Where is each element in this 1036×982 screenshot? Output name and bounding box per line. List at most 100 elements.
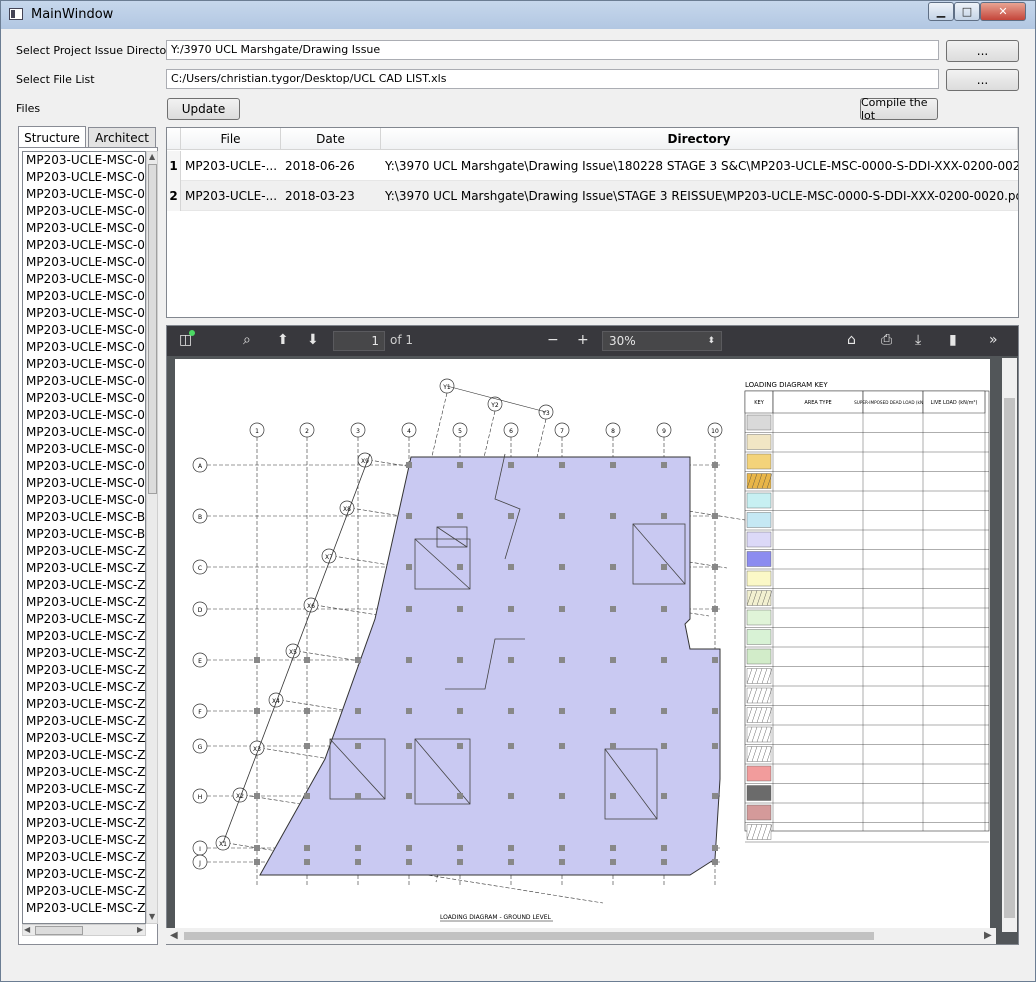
list-item[interactable]: MP203-UCLE-MSC-ZZ — [23, 849, 145, 866]
list-item[interactable]: MP203-UCLE-MSC-ZZ — [23, 713, 145, 730]
scroll-left-icon[interactable]: ◀ — [24, 925, 30, 934]
list-item[interactable]: MP203-UCLE-MSC-000 — [23, 356, 145, 373]
file-list[interactable]: MP203-UCLE-MSC-000MP203-UCLE-MSC-000MP20… — [22, 151, 146, 924]
tools-menu-icon[interactable]: » — [989, 332, 998, 348]
maximize-button[interactable]: □ — [954, 2, 980, 21]
open-file-icon[interactable]: ⌂ — [847, 332, 856, 348]
file-list-vertical-scrollbar[interactable]: ▲ ▼ — [146, 151, 158, 924]
list-item[interactable]: MP203-UCLE-MSC-001 — [23, 475, 145, 492]
browse-file-list-button[interactable]: ... — [946, 69, 1019, 91]
table-row[interactable]: 1 MP203-UCLE-... 2018-06-26 Y:\3970 UCL … — [167, 151, 1018, 181]
list-item[interactable]: MP203-UCLE-MSC-000 — [23, 237, 145, 254]
list-item[interactable]: MP203-UCLE-MSC-000 — [23, 407, 145, 424]
list-item[interactable]: MP203-UCLE-MSC-000 — [23, 305, 145, 322]
pdf-vertical-scrollbar[interactable] — [1002, 358, 1017, 932]
list-item[interactable]: MP203-UCLE-MSC-ZZ — [23, 543, 145, 560]
list-item[interactable]: MP203-UCLE-MSC-ZZ — [23, 696, 145, 713]
scroll-up-icon[interactable]: ▲ — [149, 152, 155, 161]
tab-structure[interactable]: Structure — [18, 126, 86, 148]
list-item[interactable]: MP203-UCLE-MSC-000 — [23, 339, 145, 356]
project-dir-input[interactable]: Y:/3970 UCL Marshgate/Drawing Issue — [166, 40, 939, 60]
column-marker — [508, 859, 514, 865]
list-item[interactable]: MP203-UCLE-MSC-B0 — [23, 526, 145, 543]
cell-directory[interactable]: Y:\3970 UCL Marshgate\Drawing Issue\STAG… — [381, 181, 1018, 211]
list-item[interactable]: MP203-UCLE-MSC-ZZ — [23, 594, 145, 611]
list-item[interactable]: MP203-UCLE-MSC-000 — [23, 186, 145, 203]
list-item[interactable]: MP203-UCLE-MSC-000 — [23, 152, 145, 169]
scroll-right-icon[interactable]: ▶ — [137, 925, 143, 934]
scroll-left-icon[interactable]: ◀ — [170, 930, 178, 941]
table-row[interactable]: 2 MP203-UCLE-... 2018-03-23 Y:\3970 UCL … — [167, 181, 1018, 211]
print-icon[interactable]: ⎙ — [881, 332, 892, 348]
list-item[interactable]: MP203-UCLE-MSC-ZZ — [23, 679, 145, 696]
column-header-directory[interactable]: Directory — [381, 128, 1018, 150]
browse-project-button[interactable]: ... — [946, 40, 1019, 62]
grid-row-label: I — [199, 846, 201, 853]
list-item[interactable]: MP203-UCLE-MSC-ZZ — [23, 781, 145, 798]
previous-page-icon[interactable]: ⬆ — [277, 332, 289, 348]
list-item[interactable]: MP203-UCLE-MSC-ZZ — [23, 645, 145, 662]
list-item[interactable]: MP203-UCLE-MSC-000 — [23, 169, 145, 186]
list-item[interactable]: MP203-UCLE-MSC-000 — [23, 322, 145, 339]
column-marker — [304, 845, 310, 851]
list-item[interactable]: MP203-UCLE-MSC-ZZ — [23, 866, 145, 883]
page-number-input[interactable]: 1 — [333, 331, 385, 351]
list-item[interactable]: MP203-UCLE-MSC-ZZ — [23, 747, 145, 764]
cell-date[interactable]: 2018-06-26 — [281, 151, 381, 181]
list-item[interactable]: MP203-UCLE-MSC-ZZ — [23, 883, 145, 900]
list-item[interactable]: MP203-UCLE-MSC-ZZ — [23, 832, 145, 849]
list-item[interactable]: MP203-UCLE-MSC-000 — [23, 424, 145, 441]
cell-date[interactable]: 2018-03-23 — [281, 181, 381, 211]
list-item[interactable]: MP203-UCLE-MSC-ZZ — [23, 798, 145, 815]
list-item[interactable]: MP203-UCLE-MSC-000 — [23, 441, 145, 458]
column-header-date[interactable]: Date — [281, 128, 381, 150]
list-item[interactable]: MP203-UCLE-MSC-000 — [23, 288, 145, 305]
zoom-select[interactable]: 30% ⬍ — [602, 331, 722, 351]
list-item[interactable]: MP203-UCLE-MSC-ZZ — [23, 611, 145, 628]
list-item[interactable]: MP203-UCLE-MSC-000 — [23, 220, 145, 237]
file-list-horizontal-scrollbar[interactable]: ◀ ▶ — [22, 924, 146, 936]
list-item[interactable]: MP203-UCLE-MSC-ZZ — [23, 577, 145, 594]
list-item[interactable]: MP203-UCLE-MSC-ZZ — [23, 815, 145, 832]
column-marker — [610, 513, 616, 519]
minimize-button[interactable]: ▁ — [928, 2, 954, 21]
next-page-icon[interactable]: ⬇ — [307, 332, 319, 348]
column-header-file[interactable]: File — [181, 128, 281, 150]
list-item[interactable]: MP203-UCLE-MSC-B0 — [23, 509, 145, 526]
cell-directory[interactable]: Y:\3970 UCL Marshgate\Drawing Issue\1802… — [381, 151, 1018, 181]
scroll-thumb[interactable] — [1004, 398, 1015, 918]
update-button[interactable]: Update — [167, 98, 240, 120]
scroll-thumb[interactable] — [35, 926, 83, 935]
close-button[interactable]: ✕ — [980, 2, 1026, 21]
file-list-input[interactable]: C:/Users/christian.tygor/Desktop/UCL CAD… — [166, 69, 939, 89]
search-icon[interactable]: ⌕ — [243, 332, 251, 348]
list-item[interactable]: MP203-UCLE-MSC-ZZ — [23, 730, 145, 747]
download-icon[interactable]: ⤓ — [915, 332, 921, 348]
list-item[interactable]: MP203-UCLE-MSC-000 — [23, 254, 145, 271]
scroll-thumb[interactable] — [148, 164, 157, 494]
compile-button[interactable]: Compile the lot — [860, 96, 938, 122]
list-item[interactable]: MP203-UCLE-MSC-ZZ — [23, 900, 145, 917]
scroll-thumb[interactable] — [184, 932, 874, 940]
scroll-down-icon[interactable]: ▼ — [149, 912, 155, 921]
zoom-out-icon[interactable]: − — [547, 332, 559, 348]
zoom-in-icon[interactable]: + — [577, 332, 589, 348]
bookmark-icon[interactable]: ▮ — [949, 332, 957, 348]
list-item[interactable]: MP203-UCLE-MSC-000 — [23, 373, 145, 390]
list-item[interactable]: MP203-UCLE-MSC-001 — [23, 458, 145, 475]
column-marker — [712, 606, 718, 612]
list-item[interactable]: MP203-UCLE-MSC-000 — [23, 271, 145, 288]
pdf-horizontal-scrollbar[interactable]: ◀ ▶ — [166, 928, 996, 944]
list-item[interactable]: MP203-UCLE-MSC-ZZ — [23, 662, 145, 679]
column-marker — [355, 743, 361, 749]
cell-file[interactable]: MP203-UCLE-... — [181, 151, 281, 181]
list-item[interactable]: MP203-UCLE-MSC-000 — [23, 390, 145, 407]
list-item[interactable]: MP203-UCLE-MSC-ZZ — [23, 560, 145, 577]
scroll-right-icon[interactable]: ▶ — [984, 930, 992, 941]
list-item[interactable]: MP203-UCLE-MSC-001 — [23, 492, 145, 509]
list-item[interactable]: MP203-UCLE-MSC-ZZ — [23, 764, 145, 781]
tab-architect[interactable]: Architect — [88, 127, 156, 147]
cell-file[interactable]: MP203-UCLE-... — [181, 181, 281, 211]
list-item[interactable]: MP203-UCLE-MSC-000 — [23, 203, 145, 220]
list-item[interactable]: MP203-UCLE-MSC-ZZ — [23, 628, 145, 645]
